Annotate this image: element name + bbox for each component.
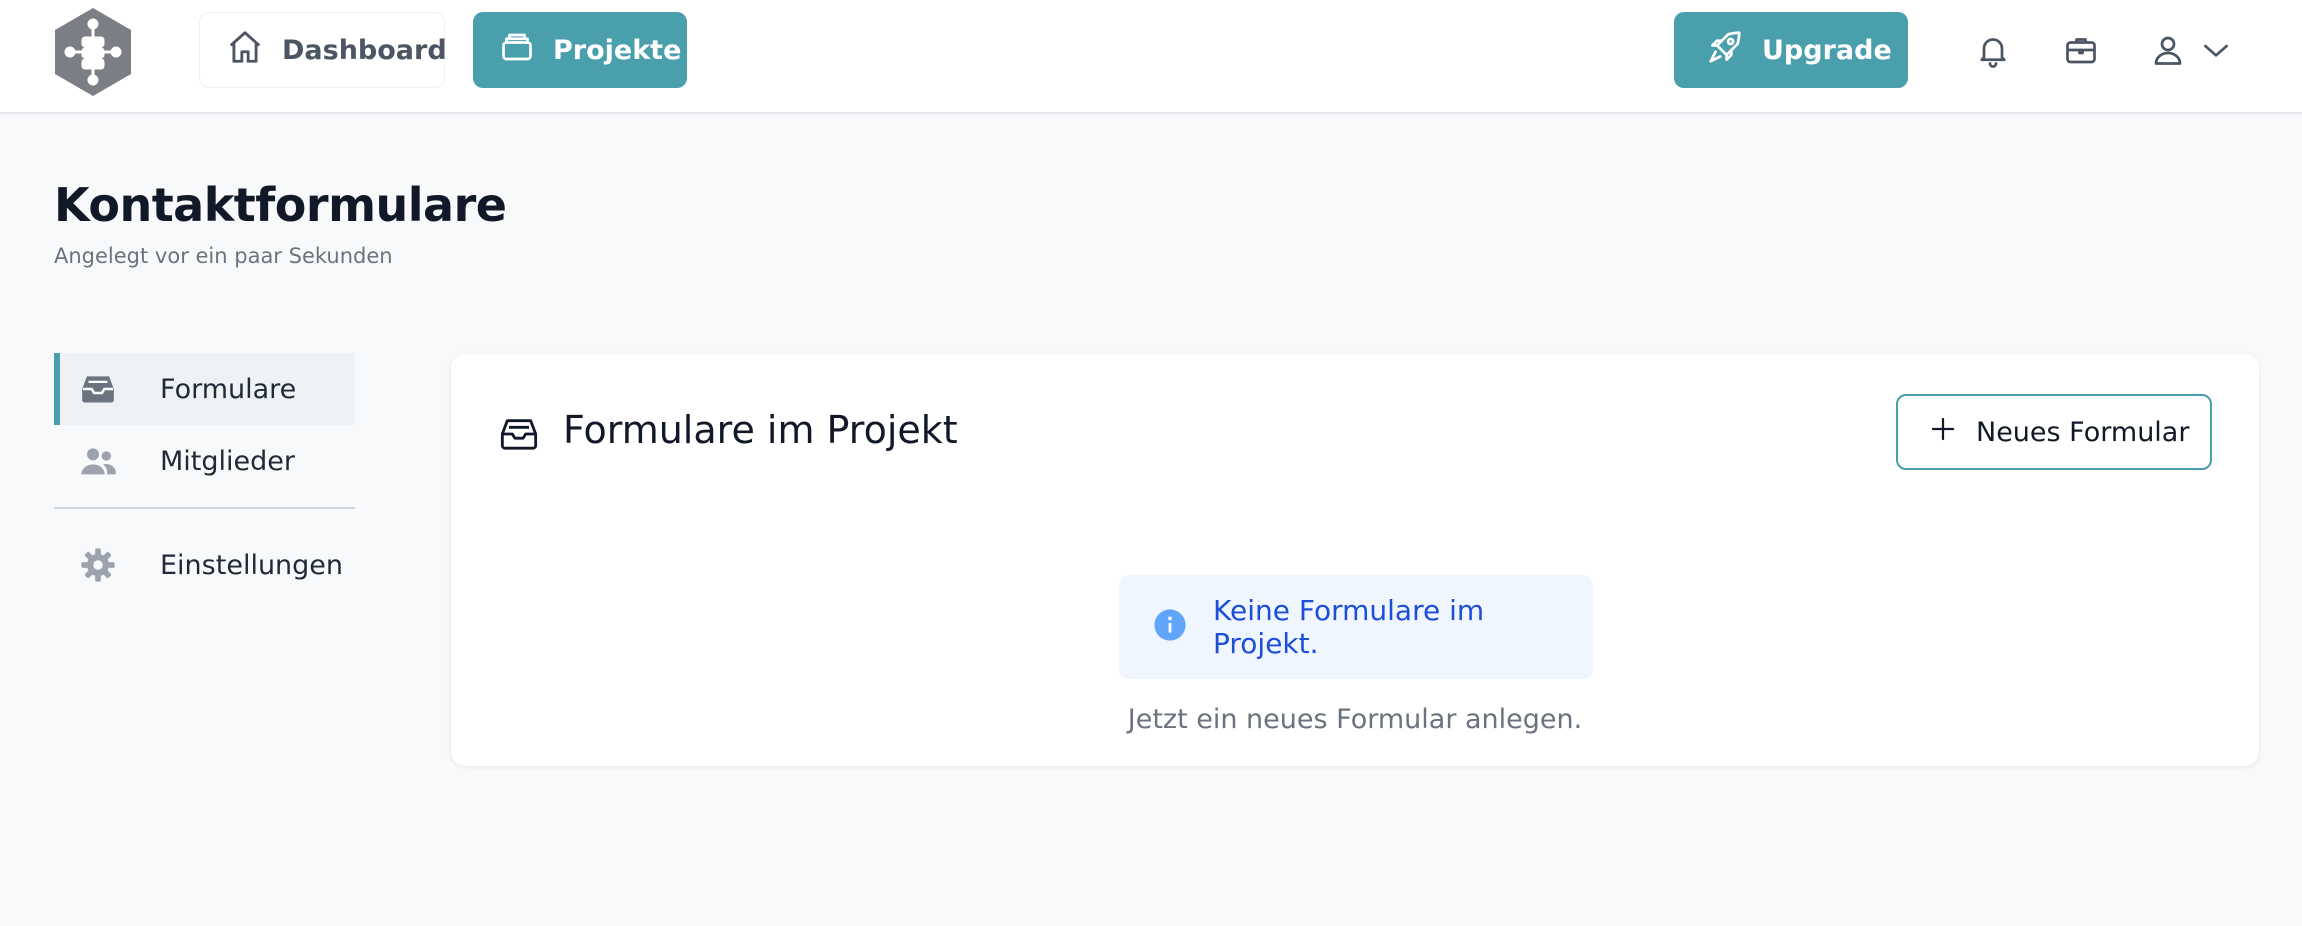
users-icon <box>78 441 118 481</box>
chevron-down-icon[interactable] <box>2196 30 2236 70</box>
user-icon[interactable] <box>2148 30 2188 70</box>
sidebar-item-mitglieder[interactable]: Mitglieder <box>54 425 355 497</box>
sidebar-item-formulare[interactable]: Formulare <box>54 353 355 425</box>
new-form-button[interactable]: Neues Formular <box>1896 394 2212 470</box>
upgrade-button[interactable]: Upgrade <box>1674 12 1908 88</box>
empty-state-alert: Keine Formulare im Projekt. <box>1119 575 1593 679</box>
upgrade-label: Upgrade <box>1762 34 1892 66</box>
sidebar-item-einstellungen[interactable]: Einstellungen <box>54 529 355 601</box>
nav-dashboard-button[interactable]: Dashboard <box>199 12 447 88</box>
empty-state-hint: Jetzt ein neues Formular anlegen. <box>1127 704 1583 735</box>
sidebar-item-label: Mitglieder <box>160 445 295 477</box>
page-subtitle: Angelegt vor ein paar Sekunden <box>54 244 393 268</box>
inbox-icon <box>499 414 539 454</box>
sidebar-item-label: Formulare <box>160 373 297 405</box>
empty-state-message: Keine Formulare im Projekt. <box>1213 594 1485 660</box>
new-form-label: Neues Formular <box>1976 416 2190 448</box>
rocket-icon <box>1706 28 1744 73</box>
top-navigation-bar: Dashboard Projekte Upgrade <box>0 0 2302 114</box>
sidebar-divider <box>54 507 355 509</box>
nav-dashboard-label: Dashboard <box>282 34 447 66</box>
info-icon <box>1153 608 1187 646</box>
briefcase-icon[interactable] <box>2061 30 2101 70</box>
bell-icon[interactable] <box>1973 30 2013 70</box>
sidebar: Formulare Mitglieder Einstellungen <box>54 353 355 601</box>
forms-card: Formulare im Projekt Neues Formular Kein… <box>451 354 2259 766</box>
folder-stack-icon <box>499 29 535 72</box>
home-icon <box>226 28 264 73</box>
app-logo[interactable] <box>52 6 134 98</box>
nav-projekte-button[interactable]: Projekte <box>473 12 687 88</box>
sidebar-item-label: Einstellungen <box>160 549 344 581</box>
card-title: Formulare im Projekt <box>563 408 958 452</box>
inbox-icon <box>78 369 118 409</box>
gear-icon <box>78 545 118 585</box>
page-title: Kontaktformulare <box>54 178 507 232</box>
nav-projekte-label: Projekte <box>553 34 682 66</box>
plus-icon <box>1928 414 1958 451</box>
